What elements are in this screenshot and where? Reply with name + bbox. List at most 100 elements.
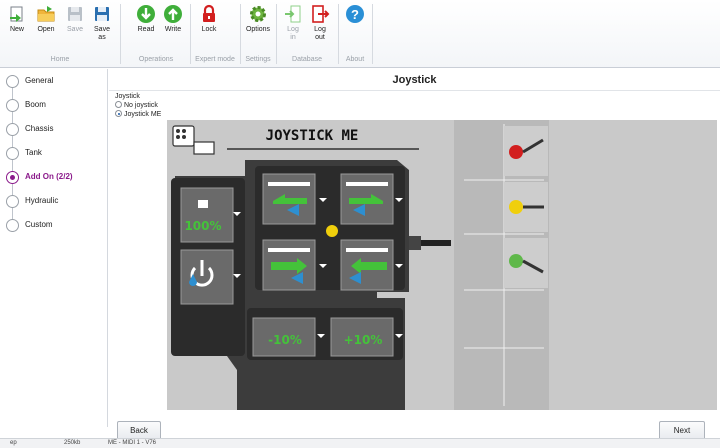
step-circle-icon [6, 195, 19, 208]
radio-label: No joystick [124, 102, 158, 109]
open-button[interactable]: Open [33, 4, 59, 50]
step-hydraulic[interactable]: Hydraulic [6, 195, 106, 209]
ribbon-separator [120, 4, 121, 64]
open-label: Open [37, 26, 55, 33]
login-button[interactable]: Log in [280, 4, 306, 50]
step-circle-icon [6, 147, 19, 160]
save-icon [68, 7, 82, 21]
radio-on-icon [115, 110, 122, 117]
step-label: General [25, 76, 54, 85]
ribbon-separator [190, 4, 191, 64]
step-circle-icon [6, 123, 19, 136]
new-button[interactable]: New [4, 4, 30, 50]
radio-no-joystick[interactable]: No joystick [115, 101, 161, 110]
yellow-led-icon [509, 200, 523, 214]
key-text: 100% [184, 219, 221, 233]
ribbon-toolbar: New Open Save Save as Read Write Lock Op… [0, 0, 720, 68]
step-circle-active-icon [6, 171, 19, 184]
logout-label: Log out [314, 26, 326, 41]
save-button[interactable]: Save [62, 4, 88, 50]
step-chassis[interactable]: Chassis [6, 123, 106, 137]
step-boom[interactable]: Boom [6, 99, 106, 113]
red-led-icon [509, 145, 523, 159]
status-bar: ep 250kb ME - MIDI 1 - V76 [0, 438, 720, 448]
step-label: Chassis [25, 124, 54, 133]
save-as-label: Save as [94, 26, 110, 41]
joystick-handle [421, 240, 451, 246]
lock-label: Lock [201, 26, 217, 33]
save-as-button[interactable]: Save as [89, 4, 115, 50]
logout-icon [312, 5, 330, 23]
save-as-icon [95, 7, 109, 21]
page-title: Joystick [392, 74, 437, 86]
status-cell: ME - MIDI 1 - V76 [108, 440, 157, 446]
group-operations: Operations [138, 56, 174, 63]
group-database: Database [292, 56, 322, 63]
new-icon [10, 6, 23, 22]
radio-label: Joystick ME [124, 111, 162, 118]
key-minus-10-percent[interactable]: -10% [252, 317, 325, 357]
gear-icon [250, 6, 266, 22]
step-label: Boom [25, 100, 46, 109]
new-label: New [9, 26, 24, 33]
logout-button[interactable]: Log out [307, 4, 333, 50]
key-text: -10% [268, 333, 302, 347]
read-label: Read [137, 26, 155, 33]
status-cell: 250kb [64, 440, 81, 446]
lever-green[interactable] [504, 238, 548, 288]
write-button[interactable]: Write [160, 4, 186, 50]
read-download-icon [137, 5, 155, 23]
group-about: About [345, 56, 365, 63]
status-cell: ep [10, 440, 17, 446]
lever-red[interactable] [504, 126, 548, 176]
lever-yellow[interactable] [504, 182, 548, 232]
group-expert-mode: Expert mode [195, 56, 235, 63]
step-general[interactable]: General [6, 75, 106, 89]
login-label: Log in [287, 26, 299, 41]
step-label: Add On (2/2) [25, 172, 73, 181]
step-circle-icon [6, 99, 19, 112]
wizard-steps-sidebar: General Boom Chassis Tank Add On (2/2) H… [0, 69, 108, 427]
step-circle-icon [6, 75, 19, 88]
step-tank[interactable]: Tank [6, 147, 106, 161]
ribbon-separator [338, 4, 339, 64]
joystick-selector: Joystick No joystick Joystick ME [115, 93, 161, 119]
lock-button[interactable]: Lock [196, 4, 222, 50]
main-panel: Joystick Joystick No joystick Joystick M… [109, 69, 720, 441]
ribbon-separator [276, 4, 277, 64]
joystick-group-label: Joystick [115, 93, 140, 100]
group-home: Home [50, 56, 70, 63]
ribbon-separator [240, 4, 241, 64]
write-upload-icon [164, 5, 182, 23]
key-text: +10% [344, 333, 383, 347]
svg-text:?: ? [351, 7, 359, 22]
radio-joystick-me[interactable]: Joystick ME [115, 110, 161, 119]
options-button[interactable]: Options [245, 4, 271, 50]
step-label: Tank [25, 148, 42, 157]
key-on-off[interactable] [180, 249, 241, 305]
key-100-percent[interactable]: 100% [180, 187, 241, 243]
indicator-led-icon [326, 225, 338, 237]
step-label: Hydraulic [25, 196, 59, 205]
title-bar: Joystick [109, 69, 720, 91]
group-settings: Settings [245, 56, 271, 63]
step-add-on[interactable]: Add On (2/2) [6, 171, 106, 185]
options-label: Options [245, 26, 271, 33]
save-label: Save [67, 26, 83, 33]
nozzle-icon [198, 200, 208, 208]
write-label: Write [164, 26, 182, 33]
step-circle-icon [6, 219, 19, 232]
ribbon-separator [372, 4, 373, 64]
login-icon [285, 5, 301, 23]
help-icon: ? [346, 5, 364, 23]
step-custom[interactable]: Custom [6, 219, 106, 233]
read-button[interactable]: Read [133, 4, 159, 50]
key-plus-10-percent[interactable]: +10% [330, 317, 403, 357]
radio-off-icon [115, 101, 122, 108]
open-folder-icon [37, 6, 55, 22]
diagram-heading: JOYSTICK ME [266, 128, 359, 144]
lock-icon [203, 4, 215, 22]
help-button[interactable]: ? [342, 4, 368, 50]
green-led-icon [509, 254, 523, 268]
joystick-handle-base [409, 236, 421, 250]
